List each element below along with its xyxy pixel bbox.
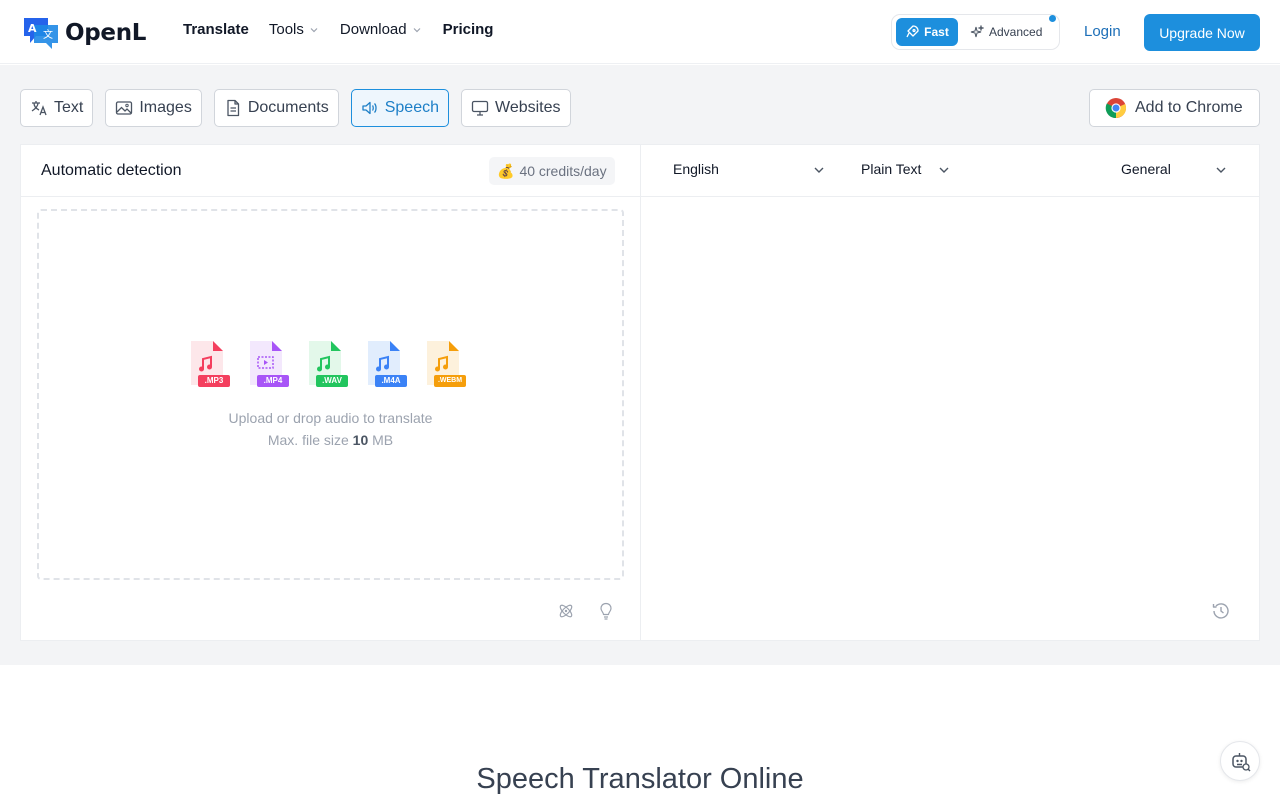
tab-text-label: Text [54,99,84,116]
max-size-value: 10 [352,432,369,448]
target-language-select[interactable]: English [673,161,825,177]
format-select[interactable]: Plain Text [861,161,953,177]
mp3-label: .MP3 [204,376,224,385]
webm-file-icon: .WEBM [425,339,467,391]
m4a-file-icon: .M4A [366,339,408,391]
translate-icon [31,101,47,116]
chrome-icon [1105,98,1127,119]
chevron-down-icon [310,27,318,32]
rocket-icon [906,25,919,38]
nav-tools-label: Tools [268,21,304,38]
max-size-unit: MB [372,432,394,448]
mode-fast-button[interactable]: Fast [896,18,958,46]
document-icon [227,99,239,117]
brand-name: OpenL [65,20,147,46]
translator-area: Text Images Documents Speech Websites Ad… [0,65,1280,665]
source-header: Automatic detection 💰 40 credits/day [21,145,640,197]
webm-label: .WEBM [437,377,463,384]
audio-dropzone[interactable]: .MP3 .MP4 .WAV .M4A .WEBM Upload or drop… [37,209,624,580]
nav-translate-label: Translate [183,21,249,38]
target-header: English Plain Text General [641,145,1259,197]
main-nav: Translate Tools Download Pricing [183,21,493,38]
lightbulb-icon[interactable] [597,602,615,620]
translation-panel: Automatic detection 💰 40 credits/day .MP… [20,144,1260,641]
source-pane: Automatic detection 💰 40 credits/day .MP… [21,145,641,640]
monitor-icon [471,100,489,116]
tab-speech[interactable]: Speech [350,89,449,127]
upgrade-button[interactable]: Upgrade Now [1144,14,1260,51]
source-language-select[interactable]: Automatic detection [41,162,182,180]
upload-instruction: Upload or drop audio to translate [228,410,433,426]
notification-dot [1049,15,1056,22]
money-bag-icon: 💰 [497,162,515,179]
domain-label: General [1121,161,1171,177]
nav-pricing-label: Pricing [442,21,494,38]
wav-label: .WAV [322,376,342,385]
tab-documents-label: Documents [247,99,329,116]
tab-images-label: Images [139,99,192,116]
tab-websites[interactable]: Websites [461,89,571,127]
mode-advanced-label: Advanced [989,25,1043,39]
nav-translate[interactable]: Translate [183,21,249,38]
history-icon[interactable] [1211,601,1231,621]
assistant-button[interactable] [1220,741,1260,781]
chevron-down-icon [1216,167,1226,173]
section-title: Speech Translator Online [476,763,804,795]
login-link[interactable]: Login [1084,23,1121,40]
target-pane: English Plain Text General [641,145,1259,640]
wav-file-icon: .WAV [307,339,349,391]
tab-speech-label: Speech [384,99,439,116]
sparkle-icon [970,25,984,38]
speaker-icon [362,101,377,115]
mode-fast-label: Fast [924,25,949,39]
image-icon [116,101,133,115]
svg-text:A: A [28,22,37,35]
format-label: Plain Text [861,161,922,177]
credits-text: 40 credits/day [519,163,607,179]
atom-icon[interactable] [557,602,575,620]
add-to-chrome-label: Add to Chrome [1135,99,1243,116]
mode-advanced-button[interactable]: Advanced [970,18,1042,46]
chevron-down-icon [814,167,824,173]
mp4-file-icon: .MP4 [248,339,290,391]
target-language-label: English [673,161,719,177]
svg-text:文: 文 [43,28,53,41]
max-size-prefix: Max. file size [267,432,349,448]
mode-toggle: Fast Advanced [891,14,1060,50]
max-file-size: Max. file size 10 MB [39,432,622,448]
nav-download[interactable]: Download [340,21,422,38]
chevron-down-icon [939,167,949,173]
tab-websites-label: Websites [495,99,561,116]
tab-documents[interactable]: Documents [213,89,339,127]
mp4-label: .MP4 [263,376,283,385]
file-type-icons: .MP3 .MP4 .WAV .M4A .WEBM [189,339,484,391]
openl-logo-icon: A 文 [24,16,58,50]
mp3-file-icon: .MP3 [189,339,231,391]
nav-tools[interactable]: Tools [269,21,319,38]
chevron-down-icon [413,27,421,32]
add-to-chrome-button[interactable]: Add to Chrome [1089,89,1260,127]
tab-text[interactable]: Text [20,89,94,127]
credits-badge: 💰 40 credits/day [489,157,615,185]
domain-select[interactable]: General [1121,161,1231,177]
logo[interactable]: A 文 OpenL [24,16,146,50]
nav-pricing[interactable]: Pricing [443,21,494,38]
m4a-label: .M4A [381,376,401,385]
robot-icon [1232,753,1251,772]
mode-tabs: Text Images Documents Speech Websites [20,89,583,127]
tab-images[interactable]: Images [105,89,202,127]
nav-download-label: Download [339,21,407,38]
header: A 文 OpenL Translate Tools Download Prici… [0,0,1280,64]
